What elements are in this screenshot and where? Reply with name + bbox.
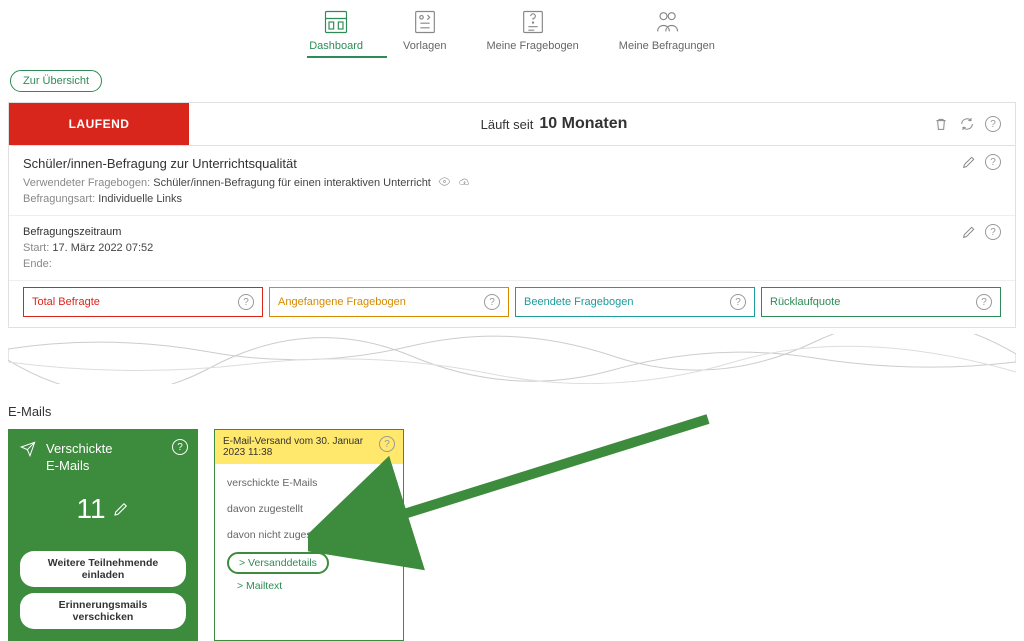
row-label: verschickte E-Mails: [227, 477, 317, 489]
link-versanddetails[interactable]: > Versanddetails: [227, 552, 391, 574]
survey-card: LAUFEND Läuft seit 10 Monaten ? Schüler/…: [8, 102, 1016, 328]
edit-icon[interactable]: [961, 154, 977, 170]
status-center: Läuft seit 10 Monaten: [189, 103, 919, 145]
help-icon[interactable]: ?: [484, 294, 500, 310]
help-icon[interactable]: ?: [730, 294, 746, 310]
templates-icon: [411, 8, 439, 36]
help-icon[interactable]: ?: [172, 439, 188, 455]
delete-icon[interactable]: [933, 116, 949, 132]
sent-emails-card: ? Verschickte E-Mails 11 Weitere Teilneh…: [8, 429, 198, 641]
sent-count: 11: [76, 493, 105, 525]
row-label: davon zugestellt: [227, 503, 303, 515]
stat-started: Angefangene Fragebogen ?: [269, 287, 509, 317]
nav-templates[interactable]: Vorlagen: [403, 8, 446, 52]
surveys-icon: [653, 8, 681, 36]
survey-title: Schüler/innen-Befragung zur Unterrichtsq…: [23, 156, 1001, 171]
row-label: davon nicht zugestellt: [227, 529, 328, 541]
survey-type: Befragungsart: Individuelle Links: [23, 193, 1001, 205]
status-row: LAUFEND Läuft seit 10 Monaten ?: [9, 103, 1015, 146]
nav-label: Dashboard: [309, 40, 363, 52]
batch-header: E-Mail-Versand vom 30. Januar 2023 11:38: [223, 436, 373, 458]
help-icon[interactable]: ?: [976, 294, 992, 310]
emails-section: E-Mails ? Verschickte E-Mails 11 Weitere…: [8, 404, 1016, 641]
send-icon: [20, 441, 36, 457]
nav-my-surveys[interactable]: Meine Befragungen: [619, 8, 715, 52]
eye-icon[interactable]: [438, 175, 451, 188]
overview-button[interactable]: Zur Übersicht: [10, 70, 102, 92]
emails-heading: E-Mails: [8, 404, 1016, 419]
runs-since-label: Läuft seit: [481, 117, 534, 132]
row-val: 10: [373, 500, 391, 518]
period-section: Befragungszeitraum ? Start: 17. März 202…: [9, 216, 1015, 281]
used-questionnaire: Verwendeter Fragebogen: Schüler/innen-Be…: [23, 175, 1001, 189]
nav-my-questionnaires[interactable]: Meine Fragebogen: [486, 8, 578, 52]
sent-title-l2: E-Mails: [46, 458, 112, 475]
nav-label: Vorlagen: [403, 40, 446, 52]
link-mailtext[interactable]: > Mailtext: [227, 580, 391, 592]
help-icon[interactable]: ?: [985, 224, 1001, 240]
period-title: Befragungszeitraum: [23, 226, 1001, 238]
row-val: 11: [374, 474, 391, 492]
send-reminder-button[interactable]: Erinnerungsmails verschicken: [20, 593, 186, 629]
row-val: 1: [382, 526, 391, 544]
stat-rate: Rücklaufquote ?: [761, 287, 1001, 317]
top-nav: Dashboard Vorlagen Meine Fragebogen Mein…: [0, 0, 1024, 56]
questionnaire-icon: [519, 8, 547, 36]
period-start: Start: 17. März 2022 07:52: [23, 242, 1001, 254]
invite-more-button[interactable]: Weitere Teilnehmende einladen: [20, 551, 186, 587]
torn-divider: [8, 334, 1016, 384]
sent-title-l1: Verschickte: [46, 441, 112, 458]
survey-title-section: Schüler/innen-Befragung zur Unterrichtsq…: [9, 146, 1015, 216]
status-badge: LAUFEND: [9, 103, 189, 145]
help-icon[interactable]: ?: [379, 436, 395, 452]
stat-finished: Beendete Fragebogen ?: [515, 287, 755, 317]
edit-icon[interactable]: [112, 500, 130, 518]
nav-label: Meine Fragebogen: [486, 40, 578, 52]
help-icon[interactable]: ?: [985, 154, 1001, 170]
stat-total: Total Befragte ?: [23, 287, 263, 317]
help-icon[interactable]: ?: [985, 116, 1001, 132]
download-icon[interactable]: [458, 175, 471, 188]
nav-underline: [307, 56, 387, 58]
edit-icon[interactable]: [961, 224, 977, 240]
nav-label: Meine Befragungen: [619, 40, 715, 52]
stat-row: Total Befragte ? Angefangene Fragebogen …: [9, 281, 1015, 327]
period-end: Ende:: [23, 258, 1001, 270]
dashboard-icon: [322, 8, 350, 36]
nav-dashboard[interactable]: Dashboard: [309, 8, 363, 52]
email-batch-card: E-Mail-Versand vom 30. Januar 2023 11:38…: [214, 429, 404, 641]
refresh-icon[interactable]: [959, 116, 975, 132]
runs-since-value: 10 Monaten: [539, 115, 627, 133]
help-icon[interactable]: ?: [238, 294, 254, 310]
